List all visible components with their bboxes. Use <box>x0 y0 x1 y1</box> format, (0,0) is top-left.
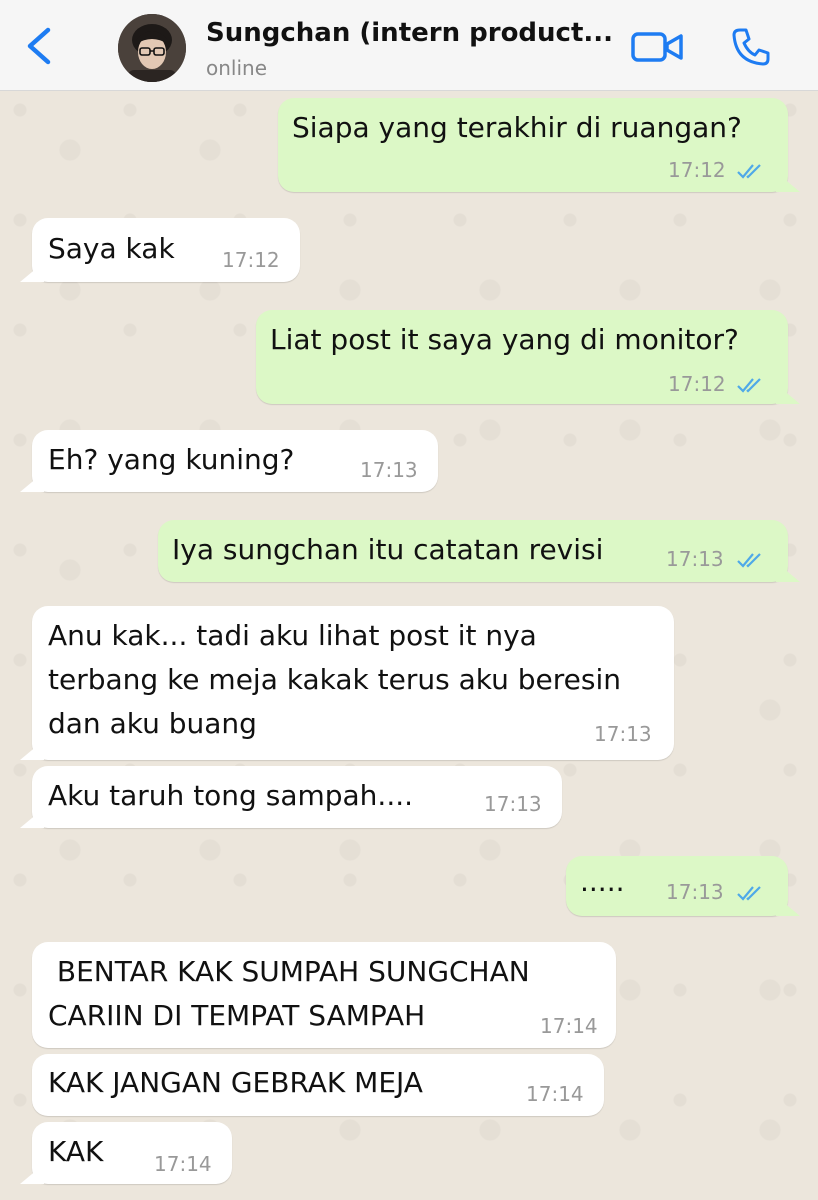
message-text: Liat post it saya yang di monitor? <box>270 323 739 356</box>
message-incoming[interactable]: KAK 17:14 <box>32 1122 232 1184</box>
message-text: Siapa yang terakhir di ruangan? <box>292 111 742 144</box>
message-time: 17:13 <box>594 722 652 746</box>
message-time: 17:13 <box>666 547 724 571</box>
message-incoming[interactable]: Eh? yang kuning? 17:13 <box>32 430 438 492</box>
message-outgoing[interactable]: Siapa yang terakhir di ruangan? 17:12 <box>278 98 788 192</box>
message-text: Anu kak... tadi aku lihat post it nya te… <box>48 619 621 740</box>
message-incoming[interactable]: Anu kak... tadi aku lihat post it nya te… <box>32 606 674 760</box>
message-time: 17:12 <box>668 372 726 396</box>
read-receipt-icon <box>737 164 761 179</box>
message-outgoing[interactable]: Iya sungchan itu catatan revisi 17:13 <box>158 520 788 582</box>
message-text: ..... <box>580 865 625 898</box>
read-receipt-icon <box>737 553 761 568</box>
message-time: 17:13 <box>484 792 542 816</box>
message-incoming[interactable]: KAK JANGAN GEBRAK MEJA 17:14 <box>32 1054 604 1116</box>
read-receipt-icon <box>737 886 761 901</box>
message-time: 17:14 <box>154 1152 212 1176</box>
message-outgoing[interactable]: ..... 17:13 <box>566 856 788 916</box>
message-time: 17:13 <box>666 880 724 904</box>
message-text: KAK JANGAN GEBRAK MEJA <box>48 1066 423 1099</box>
message-time: 17:12 <box>668 158 726 182</box>
message-text: Eh? yang kuning? <box>48 443 295 476</box>
message-text: Aku taruh tong sampah.... <box>48 779 414 812</box>
message-time: 17:14 <box>540 1014 598 1038</box>
message-incoming[interactable]: BENTAR KAK SUMPAH SUNGCHAN CARIIN DI TEM… <box>32 942 616 1048</box>
contact-status: online <box>206 56 268 80</box>
message-text: KAK <box>48 1135 104 1168</box>
chevron-left-icon[interactable] <box>22 24 56 68</box>
message-text: Iya sungchan itu catatan revisi <box>172 533 604 566</box>
message-time: 17:13 <box>360 458 418 482</box>
message-incoming[interactable]: Aku taruh tong sampah.... 17:13 <box>32 766 562 828</box>
message-time: 17:12 <box>222 248 280 272</box>
phone-icon[interactable] <box>730 26 772 68</box>
read-receipt-icon <box>737 378 761 393</box>
message-text: BENTAR KAK SUMPAH SUNGCHAN CARIIN DI TEM… <box>48 955 530 1032</box>
chat-header: Sungchan (intern product... online <box>0 0 818 91</box>
video-camera-icon[interactable] <box>630 28 684 66</box>
message-text: Saya kak <box>48 232 175 265</box>
message-time: 17:14 <box>526 1082 584 1106</box>
contact-name[interactable]: Sungchan (intern product... <box>206 18 613 48</box>
message-outgoing[interactable]: Liat post it saya yang di monitor? 17:12 <box>256 310 788 404</box>
avatar[interactable] <box>118 14 186 82</box>
message-incoming[interactable]: Saya kak 17:12 <box>32 218 300 282</box>
